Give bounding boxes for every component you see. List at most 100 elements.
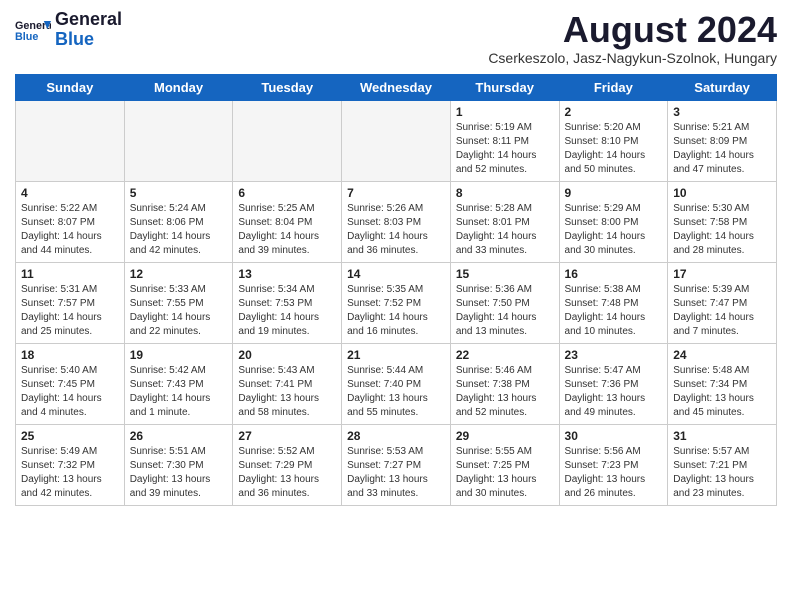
day-number: 7 — [347, 186, 445, 200]
day-info: Sunrise: 5:46 AM Sunset: 7:38 PM Dayligh… — [456, 364, 554, 420]
weekday-header-wednesday: Wednesday — [342, 74, 451, 100]
weekday-header-tuesday: Tuesday — [233, 74, 342, 100]
month-year-title: August 2024 — [488, 10, 777, 50]
day-number: 10 — [673, 186, 771, 200]
day-info: Sunrise: 5:42 AM Sunset: 7:43 PM Dayligh… — [130, 364, 228, 420]
day-info: Sunrise: 5:48 AM Sunset: 7:34 PM Dayligh… — [673, 364, 771, 420]
day-info: Sunrise: 5:19 AM Sunset: 8:11 PM Dayligh… — [456, 121, 554, 177]
day-number: 30 — [565, 429, 663, 443]
day-number: 3 — [673, 105, 771, 119]
svg-text:Blue: Blue — [15, 31, 38, 43]
calendar-day: 18 Sunrise: 5:40 AM Sunset: 7:45 PM Dayli… — [16, 343, 125, 424]
day-info: Sunrise: 5:53 AM Sunset: 7:27 PM Dayligh… — [347, 445, 445, 501]
day-info: Sunrise: 5:40 AM Sunset: 7:45 PM Dayligh… — [21, 364, 119, 420]
calendar-day: 31Sunrise: 5:57 AM Sunset: 7:21 PM Dayli… — [668, 424, 777, 505]
day-info: Sunrise: 5:57 AM Sunset: 7:21 PM Dayligh… — [673, 445, 771, 501]
location-subtitle: Cserkeszolo, Jasz-Nagykun-Szolnok, Hunga… — [488, 50, 777, 66]
calendar-day: 23Sunrise: 5:47 AM Sunset: 7:36 PM Dayli… — [559, 343, 668, 424]
logo-blue-text: Blue — [55, 30, 122, 50]
calendar-week-4: 18 Sunrise: 5:40 AM Sunset: 7:45 PM Dayli… — [16, 343, 777, 424]
day-number: 11 — [21, 267, 119, 281]
calendar-day: 10 Sunrise: 5:30 AM Sunset: 7:58 PM Dayli… — [668, 181, 777, 262]
day-info: Sunrise: 5:29 AM Sunset: 8:00 PM Dayligh… — [565, 202, 663, 258]
day-number: 25 — [21, 429, 119, 443]
weekday-header-sunday: Sunday — [16, 74, 125, 100]
day-info: Sunrise: 5:43 AM Sunset: 7:41 PM Dayligh… — [238, 364, 336, 420]
day-number: 15 — [456, 267, 554, 281]
calendar-day: 6 Sunrise: 5:25 AM Sunset: 8:04 PM Daylig… — [233, 181, 342, 262]
day-number: 6 — [238, 186, 336, 200]
calendar-day: 17 Sunrise: 5:39 AM Sunset: 7:47 PM Dayli… — [668, 262, 777, 343]
calendar-day: 25 Sunrise: 5:49 AM Sunset: 7:32 PM Dayli… — [16, 424, 125, 505]
calendar-day: 21Sunrise: 5:44 AM Sunset: 7:40 PM Dayli… — [342, 343, 451, 424]
day-number: 14 — [347, 267, 445, 281]
calendar-day: 30 Sunrise: 5:56 AM Sunset: 7:23 PM Dayli… — [559, 424, 668, 505]
calendar-week-2: 4 Sunrise: 5:22 AM Sunset: 8:07 PM Daylig… — [16, 181, 777, 262]
day-info: Sunrise: 5:47 AM Sunset: 7:36 PM Dayligh… — [565, 364, 663, 420]
day-info: Sunrise: 5:35 AM Sunset: 7:52 PM Dayligh… — [347, 283, 445, 339]
calendar-day: 28 Sunrise: 5:53 AM Sunset: 7:27 PM Dayli… — [342, 424, 451, 505]
day-number: 4 — [21, 186, 119, 200]
calendar-day — [124, 100, 233, 181]
day-info: Sunrise: 5:22 AM Sunset: 8:07 PM Dayligh… — [21, 202, 119, 258]
day-number: 26 — [130, 429, 228, 443]
day-number: 18 — [21, 348, 119, 362]
weekday-header-friday: Friday — [559, 74, 668, 100]
calendar-day: 9 Sunrise: 5:29 AM Sunset: 8:00 PM Daylig… — [559, 181, 668, 262]
calendar-day: 8 Sunrise: 5:28 AM Sunset: 8:01 PM Daylig… — [450, 181, 559, 262]
day-info: Sunrise: 5:44 AM Sunset: 7:40 PM Dayligh… — [347, 364, 445, 420]
day-info: Sunrise: 5:39 AM Sunset: 7:47 PM Dayligh… — [673, 283, 771, 339]
calendar-week-1: 1 Sunrise: 5:19 AM Sunset: 8:11 PM Daylig… — [16, 100, 777, 181]
calendar-day — [16, 100, 125, 181]
calendar-day: 4 Sunrise: 5:22 AM Sunset: 8:07 PM Daylig… — [16, 181, 125, 262]
day-number: 17 — [673, 267, 771, 281]
calendar-day: 22 Sunrise: 5:46 AM Sunset: 7:38 PM Dayli… — [450, 343, 559, 424]
weekday-header-monday: Monday — [124, 74, 233, 100]
calendar-day: 2Sunrise: 5:20 AM Sunset: 8:10 PM Daylig… — [559, 100, 668, 181]
day-info: Sunrise: 5:38 AM Sunset: 7:48 PM Dayligh… — [565, 283, 663, 339]
day-info: Sunrise: 5:20 AM Sunset: 8:10 PM Dayligh… — [565, 121, 663, 177]
day-number: 22 — [456, 348, 554, 362]
calendar-day: 16 Sunrise: 5:38 AM Sunset: 7:48 PM Dayli… — [559, 262, 668, 343]
day-number: 24 — [673, 348, 771, 362]
day-info: Sunrise: 5:25 AM Sunset: 8:04 PM Dayligh… — [238, 202, 336, 258]
logo: General Blue General Blue — [15, 10, 122, 50]
day-info: Sunrise: 5:52 AM Sunset: 7:29 PM Dayligh… — [238, 445, 336, 501]
day-info: Sunrise: 5:30 AM Sunset: 7:58 PM Dayligh… — [673, 202, 771, 258]
day-info: Sunrise: 5:28 AM Sunset: 8:01 PM Dayligh… — [456, 202, 554, 258]
calendar-day: 27Sunrise: 5:52 AM Sunset: 7:29 PM Dayli… — [233, 424, 342, 505]
calendar-day: 5Sunrise: 5:24 AM Sunset: 8:06 PM Daylig… — [124, 181, 233, 262]
calendar-day — [233, 100, 342, 181]
calendar-day: 19Sunrise: 5:42 AM Sunset: 7:43 PM Dayli… — [124, 343, 233, 424]
day-number: 29 — [456, 429, 554, 443]
calendar-day: 26 Sunrise: 5:51 AM Sunset: 7:30 PM Dayli… — [124, 424, 233, 505]
day-number: 28 — [347, 429, 445, 443]
calendar-week-3: 11 Sunrise: 5:31 AM Sunset: 7:57 PM Dayli… — [16, 262, 777, 343]
weekday-header-saturday: Saturday — [668, 74, 777, 100]
day-number: 8 — [456, 186, 554, 200]
day-info: Sunrise: 5:24 AM Sunset: 8:06 PM Dayligh… — [130, 202, 228, 258]
page-header: General Blue General Blue August 2024 Cs… — [15, 10, 777, 66]
title-area: August 2024 Cserkeszolo, Jasz-Nagykun-Sz… — [488, 10, 777, 66]
calendar-day: 24 Sunrise: 5:48 AM Sunset: 7:34 PM Dayli… — [668, 343, 777, 424]
logo-general-text: General — [55, 10, 122, 30]
day-info: Sunrise: 5:56 AM Sunset: 7:23 PM Dayligh… — [565, 445, 663, 501]
calendar-day: 11 Sunrise: 5:31 AM Sunset: 7:57 PM Dayli… — [16, 262, 125, 343]
weekday-header-thursday: Thursday — [450, 74, 559, 100]
calendar-day: 15 Sunrise: 5:36 AM Sunset: 7:50 PM Dayli… — [450, 262, 559, 343]
day-number: 12 — [130, 267, 228, 281]
day-number: 1 — [456, 105, 554, 119]
calendar-day: 3Sunrise: 5:21 AM Sunset: 8:09 PM Daylig… — [668, 100, 777, 181]
day-info: Sunrise: 5:55 AM Sunset: 7:25 PM Dayligh… — [456, 445, 554, 501]
day-info: Sunrise: 5:26 AM Sunset: 8:03 PM Dayligh… — [347, 202, 445, 258]
day-info: Sunrise: 5:51 AM Sunset: 7:30 PM Dayligh… — [130, 445, 228, 501]
calendar-week-5: 25 Sunrise: 5:49 AM Sunset: 7:32 PM Dayli… — [16, 424, 777, 505]
day-info: Sunrise: 5:49 AM Sunset: 7:32 PM Dayligh… — [21, 445, 119, 501]
day-info: Sunrise: 5:31 AM Sunset: 7:57 PM Dayligh… — [21, 283, 119, 339]
day-number: 13 — [238, 267, 336, 281]
day-number: 16 — [565, 267, 663, 281]
day-info: Sunrise: 5:36 AM Sunset: 7:50 PM Dayligh… — [456, 283, 554, 339]
calendar-day: 12Sunrise: 5:33 AM Sunset: 7:55 PM Dayli… — [124, 262, 233, 343]
calendar-day: 1 Sunrise: 5:19 AM Sunset: 8:11 PM Daylig… — [450, 100, 559, 181]
day-number: 9 — [565, 186, 663, 200]
